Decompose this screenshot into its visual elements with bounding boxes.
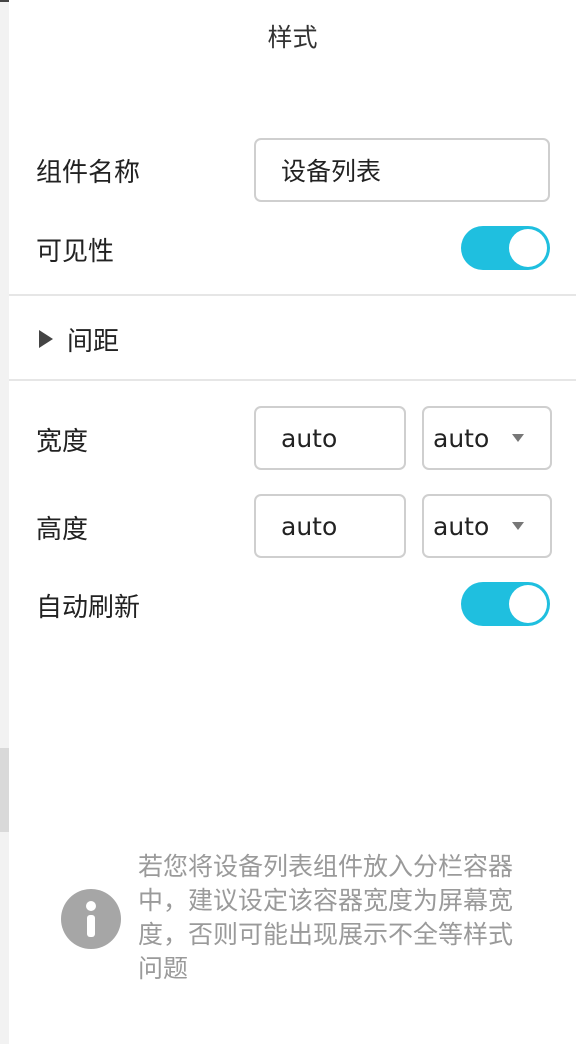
- height-unit-select[interactable]: auto: [422, 494, 552, 558]
- style-panel: 样式 组件名称 设备列表 可见性 间距 宽度 auto auto 高度 auto…: [9, 0, 576, 1044]
- toggle-knob: [509, 229, 547, 267]
- width-value: auto: [281, 423, 338, 453]
- expand-triangle-icon: [39, 330, 53, 348]
- component-name-input[interactable]: 设备列表: [254, 138, 550, 202]
- height-input[interactable]: auto: [254, 494, 406, 558]
- visibility-label: 可见性: [36, 237, 115, 267]
- dropdown-caret-icon: [512, 522, 524, 530]
- toggle-knob: [509, 585, 547, 623]
- dropdown-caret-icon: [512, 434, 524, 442]
- layout-warning-note: 若您将设备列表组件放入分栏容器中，建议设定该容器宽度为屏幕宽度，否则可能出现展示…: [138, 852, 514, 983]
- width-unit-select[interactable]: auto: [422, 406, 552, 470]
- height-unit-value: auto: [433, 511, 490, 541]
- width-input[interactable]: auto: [254, 406, 406, 470]
- left-edge-scrollbar[interactable]: [0, 748, 9, 832]
- component-name-label: 组件名称: [36, 158, 141, 188]
- visibility-toggle[interactable]: [461, 226, 550, 270]
- spacing-label: 间距: [67, 327, 120, 357]
- info-icon-stem: [87, 915, 95, 937]
- divider: [9, 294, 576, 296]
- height-label: 高度: [36, 515, 89, 545]
- height-value: auto: [281, 511, 338, 541]
- width-label: 宽度: [36, 427, 89, 457]
- divider: [9, 379, 576, 381]
- auto-refresh-label: 自动刷新: [36, 593, 141, 623]
- info-icon: [61, 889, 121, 949]
- component-name-value: 设备列表: [281, 157, 382, 186]
- left-edge-strip: [0, 0, 9, 1044]
- info-icon-dot: [86, 901, 96, 911]
- panel-title: 样式: [267, 23, 318, 52]
- auto-refresh-toggle[interactable]: [461, 582, 550, 626]
- width-unit-value: auto: [433, 423, 490, 453]
